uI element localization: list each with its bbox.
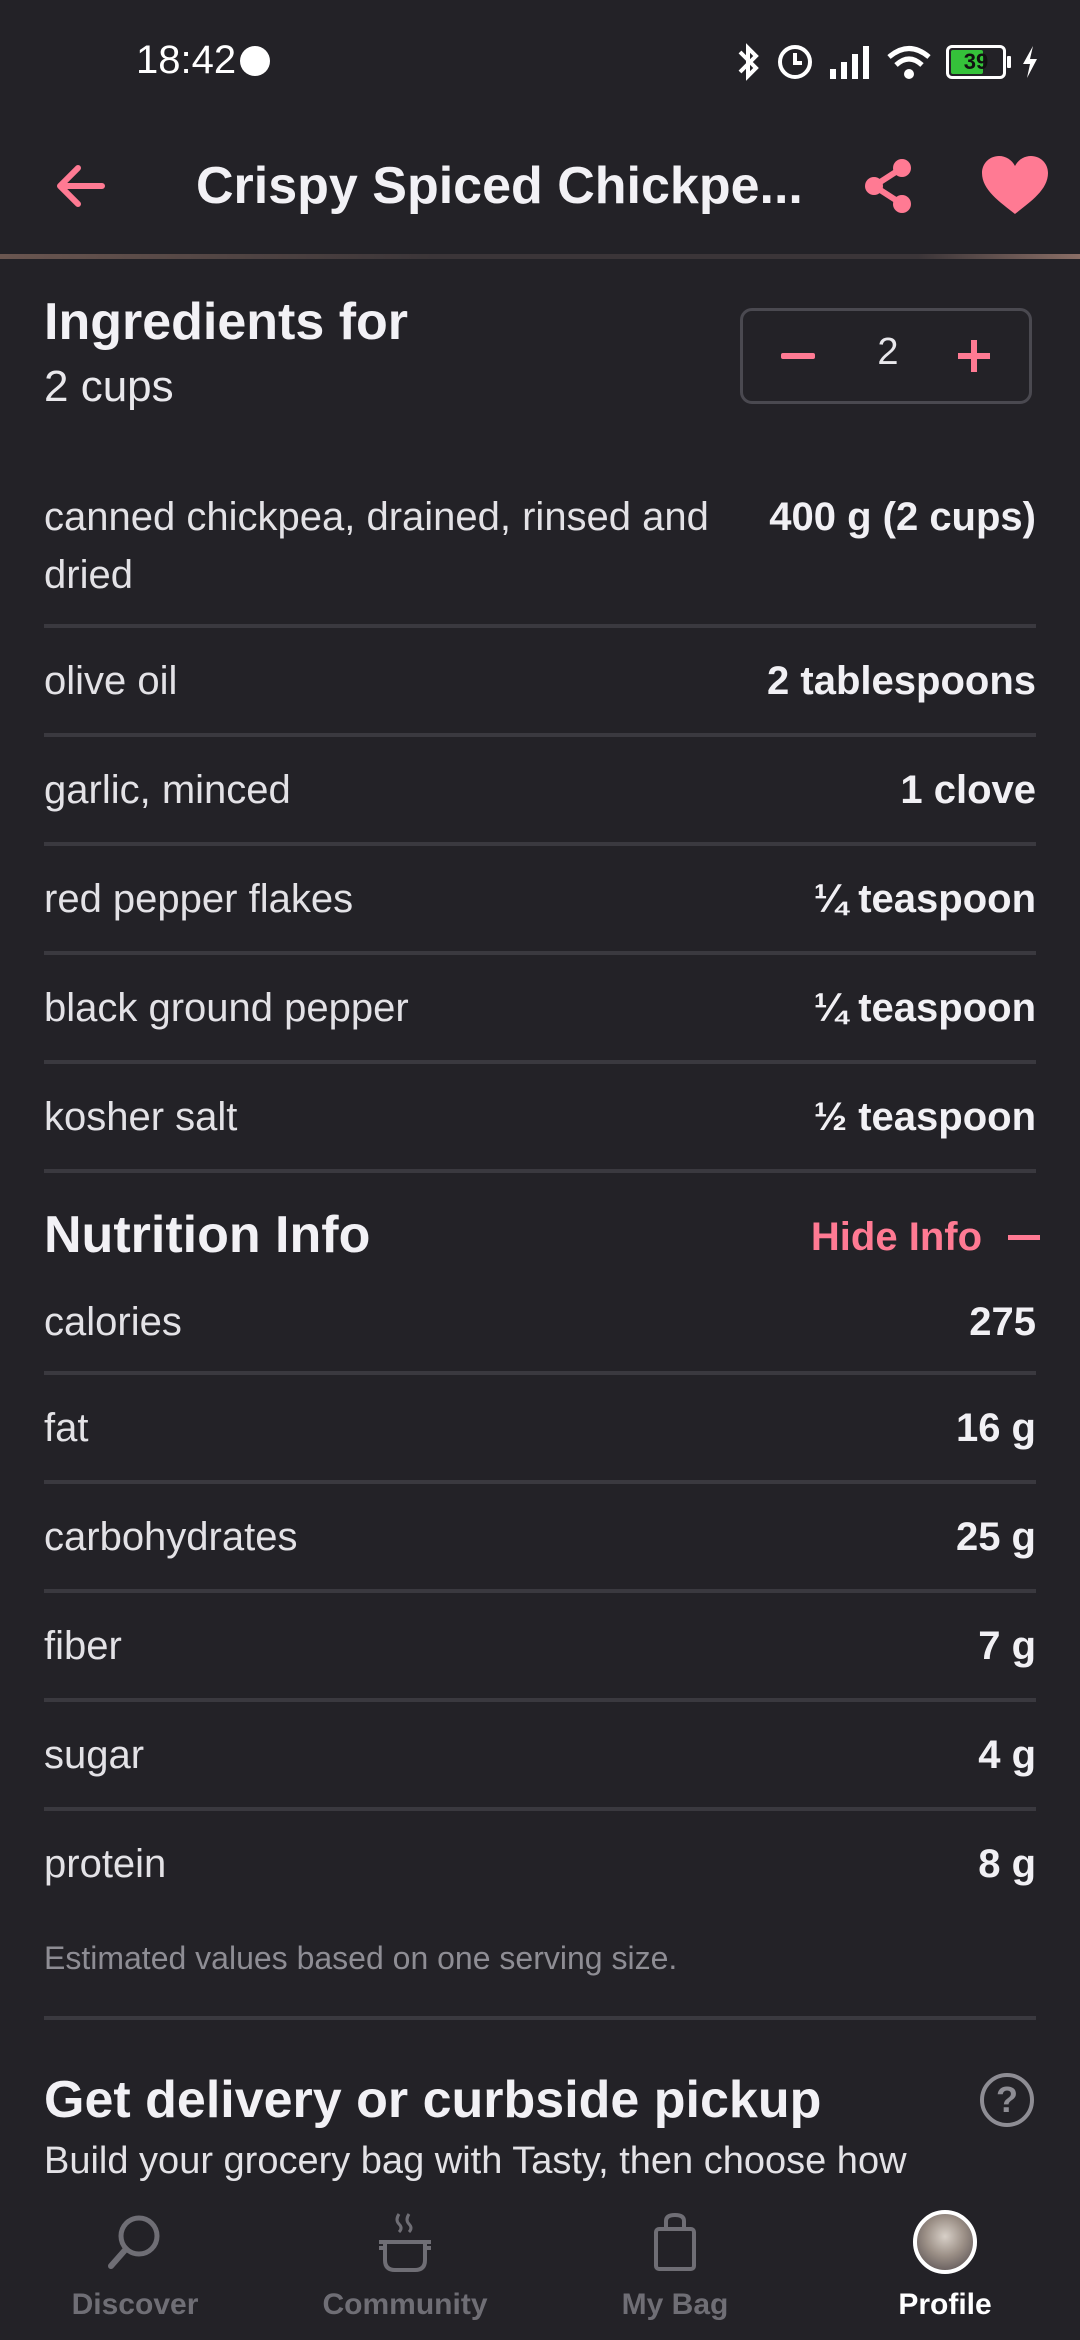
page-title: Crispy Spiced Chickpe... (196, 157, 803, 215)
ingredient-row: kosher salt ½ teaspoon (44, 1064, 1036, 1173)
ingredient-amount: 400 g (2 cups) (769, 495, 1036, 539)
ingredient-list: canned chickpea, drained, rinsed and dri… (44, 480, 1036, 1173)
question-icon: ? (996, 2079, 1018, 2120)
nutrition-name: fiber (44, 1624, 122, 1668)
servings-stepper: 2 (740, 308, 1032, 404)
alarm-icon (778, 45, 812, 79)
notification-icon (240, 46, 270, 76)
nav-profile[interactable]: Profile (810, 2188, 1080, 2340)
search-icon (103, 2210, 167, 2274)
nav-my-bag[interactable]: My Bag (540, 2188, 810, 2340)
increase-button[interactable] (939, 321, 1009, 391)
ingredient-name: canned chickpea, drained, rinsed and dri… (44, 495, 709, 597)
arrow-left-icon (57, 165, 105, 207)
minus-icon (1008, 1235, 1040, 1240)
hide-info-label: Hide Info (810, 1215, 982, 1259)
ingredient-name: garlic, minced (44, 768, 291, 812)
battery-icon: 39 (946, 45, 1011, 79)
share-icon (865, 159, 911, 213)
ingredient-name: olive oil (44, 659, 178, 703)
delivery-title: Get delivery or curbside pickup (44, 2071, 822, 2129)
nav-community[interactable]: Community (270, 2188, 540, 2340)
ingredient-name: kosher salt (44, 1095, 238, 1139)
nav-label: Discover (71, 2288, 199, 2321)
nutrition-name: carbohydrates (44, 1515, 298, 1559)
ingredient-row: black ground pepper ¼ teaspoon (44, 955, 1036, 1064)
nutrition-row: fiber 7 g (44, 1593, 1036, 1702)
ingredient-amount: 1 clove (900, 768, 1036, 812)
nutrition-name: sugar (44, 1733, 145, 1777)
nutrition-value: 16 g (955, 1406, 1036, 1450)
nutrition-value: 25 g (955, 1515, 1036, 1559)
decrease-button[interactable] (763, 321, 833, 391)
nutrition-value: 275 (969, 1300, 1036, 1344)
nav-discover[interactable]: Discover (0, 2188, 270, 2340)
delivery-text: Build your grocery bag with Tasty, then … (44, 2140, 907, 2182)
nutrition-name: calories (44, 1300, 182, 1344)
favorite-button[interactable] (972, 142, 1058, 228)
nutrition-list: calories 275 fat 16 g carbohydrates 25 g… (44, 1293, 1036, 1911)
nutrition-value: 7 g (978, 1624, 1036, 1668)
status-icons: 39 (736, 40, 1040, 84)
nav-label: Community (322, 2288, 488, 2321)
nutrition-value: 8 g (978, 1842, 1036, 1886)
nutrition-row: fat 16 g (44, 1375, 1036, 1484)
ingredient-amount: ½ teaspoon (813, 1095, 1036, 1139)
bluetooth-icon (738, 43, 759, 81)
nutrition-note: Estimated values based on one serving si… (44, 1940, 678, 1976)
wifi-icon (887, 46, 931, 79)
header-divider (0, 254, 1080, 259)
ingredient-amount: ¼ teaspoon (813, 986, 1036, 1030)
ingredient-row: olive oil 2 tablespoons (44, 628, 1036, 737)
ingredients-title: Ingredients for (44, 293, 409, 351)
ingredient-row: garlic, minced 1 clove (44, 737, 1036, 846)
nutrition-row: calories 275 (44, 1293, 1036, 1375)
charging-icon (1023, 46, 1037, 78)
avatar (913, 2210, 977, 2274)
back-button[interactable] (40, 146, 120, 226)
nutrition-row: carbohydrates 25 g (44, 1484, 1036, 1593)
ingredient-name: black ground pepper (44, 986, 409, 1030)
nav-label: My Bag (621, 2288, 729, 2321)
servings-value: 2 (877, 331, 899, 373)
bag-icon (643, 2210, 707, 2274)
hide-info-button[interactable]: Hide Info (811, 1215, 1040, 1260)
ingredients-yield: 2 cups (44, 362, 174, 411)
section-divider (44, 2016, 1036, 2020)
nutrition-name: fat (44, 1406, 89, 1450)
help-button[interactable]: ? (980, 2073, 1034, 2127)
ingredient-amount: ¼ teaspoon (813, 877, 1036, 921)
signal-icon (830, 46, 869, 79)
share-button[interactable] (848, 146, 928, 226)
nutrition-name: protein (44, 1842, 167, 1886)
ingredient-name: red pepper flakes (44, 877, 354, 921)
pot-icon (373, 2210, 437, 2274)
heart-icon (982, 156, 1048, 214)
nav-label: Profile (898, 2288, 992, 2321)
ingredient-amount: 2 tablespoons (767, 659, 1036, 703)
app-header: Crispy Spiced Chickpe... (0, 120, 1080, 256)
status-bar: 18:42 39 (0, 0, 1080, 120)
status-time: 18:42 (136, 38, 237, 82)
bottom-nav: Discover Community My Bag Profile (0, 2188, 1080, 2340)
ingredient-row: canned chickpea, drained, rinsed and dri… (44, 480, 1036, 628)
nutrition-row: protein 8 g (44, 1811, 1036, 1911)
battery-level: 39 (963, 49, 989, 74)
nutrition-title: Nutrition Info (44, 1206, 371, 1264)
nutrition-row: sugar 4 g (44, 1702, 1036, 1811)
nutrition-value: 4 g (978, 1733, 1036, 1777)
minus-icon (781, 353, 815, 359)
plus-icon (958, 340, 990, 372)
ingredient-row: red pepper flakes ¼ teaspoon (44, 846, 1036, 955)
